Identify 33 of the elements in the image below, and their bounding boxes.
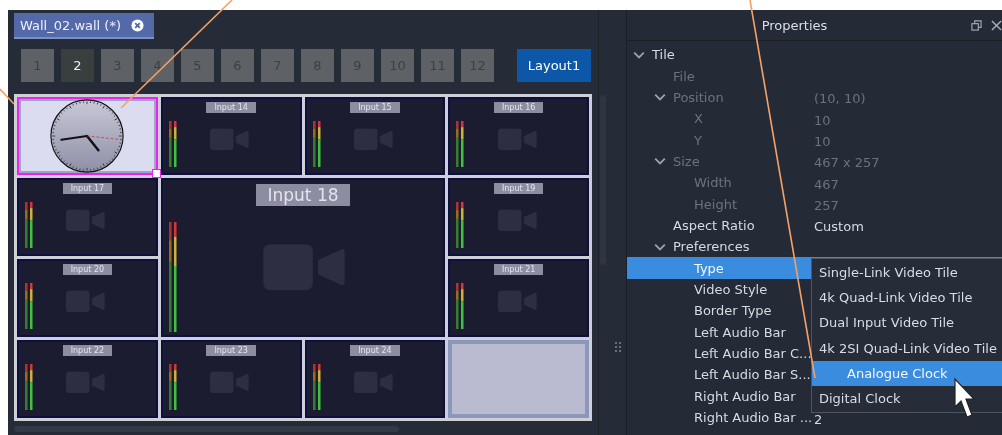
- tile-label: Input 21: [493, 264, 544, 275]
- tile-label: Input 22: [62, 345, 113, 356]
- property-name: Width: [694, 175, 732, 191]
- tile-label: Input 15: [350, 102, 400, 113]
- property-value: 467: [814, 175, 839, 192]
- property-name: Y: [694, 132, 702, 148]
- property-value: 257: [814, 197, 839, 214]
- tile-label: Input 14: [206, 102, 256, 113]
- property-name: Height: [694, 196, 737, 212]
- property-name: Right Audio Bar ...: [694, 410, 813, 425]
- property-value: Custom: [814, 218, 864, 235]
- property-name: Aspect Ratio: [673, 217, 755, 233]
- property-name: File: [673, 68, 695, 84]
- property-name: Tile: [652, 47, 675, 63]
- tile-label: Input 23: [206, 345, 256, 356]
- property-value: (10, 10): [814, 90, 866, 107]
- property-name: Type: [694, 260, 724, 276]
- property-name: X: [694, 111, 703, 127]
- tile-label: Input 20: [62, 264, 113, 275]
- property-name: Position: [673, 89, 724, 105]
- property-value: 10: [814, 111, 831, 128]
- property-value: 2: [814, 410, 823, 427]
- tile-label: Input 19: [493, 183, 544, 194]
- tile-label: Input 17: [62, 183, 113, 194]
- tile-label: Input 16: [493, 102, 544, 113]
- tile-label: Input 18: [256, 184, 350, 206]
- panel-title: Properties: [761, 17, 828, 33]
- document-title: Wall_02.wall (*): [20, 17, 121, 33]
- tile-label: Input 24: [350, 345, 400, 356]
- property-value: 10: [814, 133, 831, 150]
- property-value: 467 x 257: [814, 154, 880, 171]
- property-name: Size: [673, 153, 700, 169]
- property-name: Preferences: [673, 239, 750, 255]
